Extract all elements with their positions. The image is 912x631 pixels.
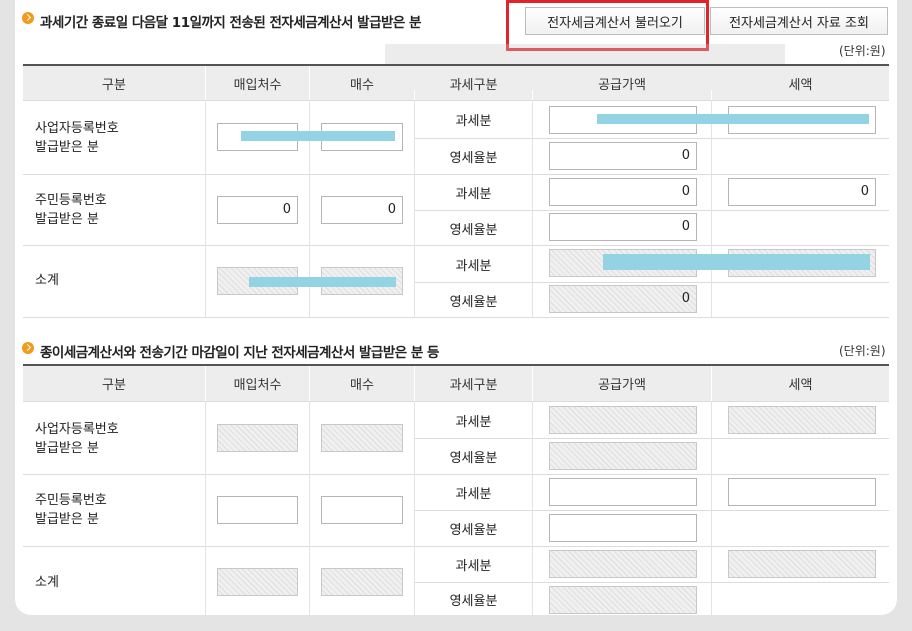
tax-type-zero-rated: 영세율분 bbox=[449, 523, 498, 538]
tax-type-zero-rated: 영세율분 bbox=[449, 151, 498, 166]
bullet-arrow-icon bbox=[22, 12, 34, 24]
col-divider bbox=[711, 401, 712, 615]
unit-label: (단위:원) bbox=[839, 344, 886, 358]
row-label-business-number: 사업자등록번호 발급받은 분 bbox=[35, 121, 119, 155]
zero-rated-supply-field bbox=[549, 442, 697, 470]
view-e-tax-invoice-data-button[interactable]: 전자세금계산서 자료 조회 bbox=[710, 7, 888, 35]
tax-type-zero-rated: 영세율분 bbox=[449, 593, 498, 609]
taxable-tax-field bbox=[728, 406, 876, 434]
section1-title: 과세기간 종료일 다음달 11일까지 전송된 전자세금계산서 발급받은 분 bbox=[40, 15, 421, 31]
zero-rated-supply-input[interactable]: 0 bbox=[549, 213, 697, 241]
redaction-bar bbox=[597, 114, 869, 124]
subtotal-zero-rated-supply-field: 0 bbox=[549, 285, 697, 313]
count-input[interactable] bbox=[321, 496, 403, 524]
row-label-resident-number: 주민등록번호 발급받은 분 bbox=[35, 193, 107, 227]
col-divider bbox=[309, 401, 310, 615]
taxable-supply-input[interactable]: 0 bbox=[549, 178, 697, 206]
count-input[interactable]: 0 bbox=[321, 196, 403, 224]
zero-rated-supply-input[interactable]: 0 bbox=[549, 142, 697, 170]
header-suppliers: 매입처수 bbox=[206, 366, 309, 401]
taxable-tax-input[interactable]: 0 bbox=[728, 178, 876, 206]
redaction-bar bbox=[241, 131, 395, 141]
header-category: 구분 bbox=[23, 66, 205, 100]
redaction-bar bbox=[603, 254, 870, 270]
tax-type-taxable: 과세분 bbox=[455, 187, 492, 202]
col-divider bbox=[711, 100, 712, 317]
subtotal-taxable-supply-field bbox=[549, 550, 697, 578]
row-label-subtotal: 소계 bbox=[35, 273, 59, 288]
row-divider bbox=[23, 317, 889, 318]
header-tax-type: 과세구분 bbox=[415, 366, 532, 401]
header-supply-value: 공급가액 bbox=[533, 66, 711, 100]
subtotal-taxable-tax-field bbox=[728, 550, 876, 578]
count-field bbox=[321, 424, 403, 452]
bullet-arrow-icon bbox=[22, 342, 34, 354]
subtotal-suppliers-field bbox=[217, 568, 298, 596]
header-tax-amount: 세액 bbox=[712, 366, 889, 401]
col-divider bbox=[532, 100, 533, 317]
suppliers-input[interactable]: 0 bbox=[217, 196, 298, 224]
suppliers-field bbox=[217, 424, 298, 452]
header-suppliers: 매입처수 bbox=[206, 66, 309, 100]
redaction-bar bbox=[249, 277, 396, 287]
tax-type-taxable: 과세분 bbox=[455, 414, 492, 430]
col-divider bbox=[532, 401, 533, 615]
header-category: 구분 bbox=[23, 366, 205, 401]
header-count: 매수 bbox=[310, 366, 414, 401]
zero-rated-supply-input[interactable] bbox=[549, 514, 697, 542]
tax-type-zero-rated: 영세율분 bbox=[449, 294, 498, 310]
suppliers-input[interactable] bbox=[217, 496, 298, 524]
tax-type-taxable: 과세분 bbox=[455, 258, 492, 274]
taxable-tax-input[interactable] bbox=[728, 478, 876, 506]
row-label-business-number: 사업자등록번호 발급받은 분 bbox=[35, 422, 119, 456]
header-tax-amount: 세액 bbox=[712, 66, 889, 100]
unit-label: (단위:원) bbox=[839, 44, 886, 58]
section2-title: 종이세금계산서와 전송기간 마감일이 지난 전자세금계산서 발급받은 분 등 bbox=[40, 345, 439, 361]
tax-type-zero-rated: 영세율분 bbox=[449, 222, 498, 238]
tax-type-taxable: 과세분 bbox=[455, 487, 492, 502]
col-divider bbox=[205, 401, 206, 615]
row-label-subtotal: 소계 bbox=[35, 575, 59, 590]
tax-type-taxable: 과세분 bbox=[455, 559, 492, 574]
subtotal-zero-rated-supply-field bbox=[549, 586, 697, 614]
tax-type-taxable: 과세분 bbox=[455, 114, 492, 129]
header-tax-type: 과세구분 bbox=[415, 66, 532, 100]
taxable-supply-input[interactable] bbox=[549, 478, 697, 506]
col-divider bbox=[205, 100, 206, 317]
subtotal-count-field bbox=[321, 568, 403, 596]
tax-type-zero-rated: 영세율분 bbox=[449, 451, 498, 466]
row-label-resident-number: 주민등록번호 발급받은 분 bbox=[35, 493, 107, 527]
taxable-supply-field bbox=[549, 406, 697, 434]
header-supply-value: 공급가액 bbox=[533, 366, 711, 401]
header-count: 매수 bbox=[310, 66, 414, 100]
